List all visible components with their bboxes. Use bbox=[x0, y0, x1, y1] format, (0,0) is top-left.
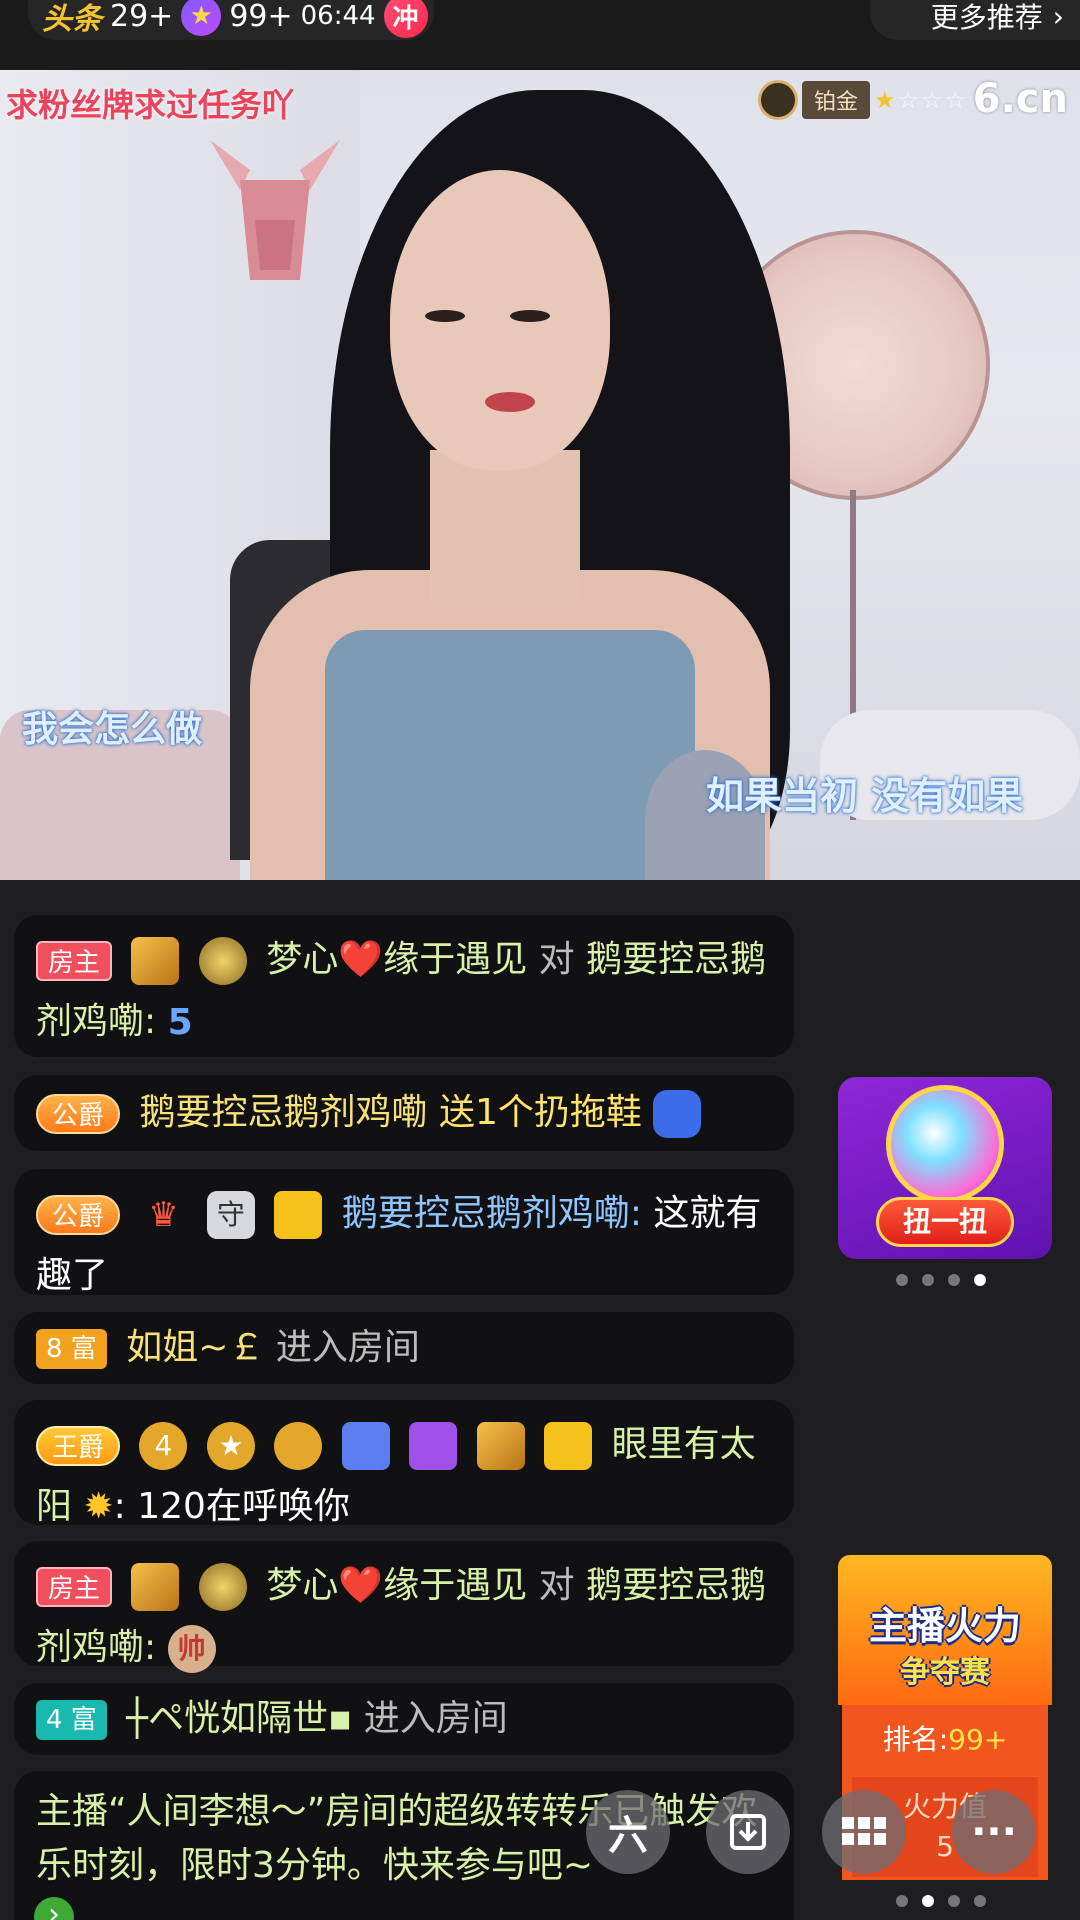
blue-badge-icon bbox=[341, 1422, 390, 1470]
download-button[interactable] bbox=[706, 1790, 790, 1874]
carousel-dot bbox=[922, 1274, 934, 1286]
chevron-right-icon: › bbox=[1052, 0, 1064, 33]
level-stars: ★☆☆☆ bbox=[874, 86, 969, 114]
avatar-badge-icon bbox=[274, 1191, 323, 1239]
crown-icon: ♛ bbox=[148, 1195, 179, 1235]
carousel-dots bbox=[896, 1274, 986, 1286]
live-video[interactable]: 求粉丝牌求过任务吖 铂金 ★☆☆☆ 6.cn 我会怎么做 如果当初 没有如果 bbox=[0, 70, 1080, 880]
chess-piece-icon: 帅 bbox=[167, 1625, 216, 1673]
deer-head-decor bbox=[210, 140, 340, 280]
sender-name[interactable]: 鹅要控忌鹅剂鸡嘞 bbox=[139, 1092, 427, 1133]
sender-name[interactable]: ┼ペ恍如隔世▪ bbox=[126, 1698, 352, 1739]
six-rooms-button[interactable]: 六 bbox=[586, 1790, 670, 1874]
slipper-icon bbox=[653, 1090, 702, 1138]
chat-message: 房主 梦心❤️缘于遇见 对 鹅要控忌鹅剂鸡嘞: 5 bbox=[14, 915, 794, 1057]
level-5-badge-icon: 5 bbox=[167, 1002, 193, 1043]
carousel-dot bbox=[948, 1274, 960, 1286]
carousel-dot bbox=[896, 1895, 908, 1907]
carousel-dot-active bbox=[922, 1895, 934, 1907]
to-label: 对 bbox=[538, 1565, 575, 1606]
gold-bar-icon bbox=[476, 1422, 525, 1470]
guard-shield-icon: 守 bbox=[206, 1191, 255, 1239]
chong-button[interactable]: 冲 bbox=[383, 0, 428, 38]
top-stats-pill[interactable]: 头条 29+ ★ 99+ 06:44 冲 bbox=[28, 0, 434, 40]
count-left: 29+ bbox=[110, 0, 174, 34]
medal-icon bbox=[198, 937, 247, 985]
sun-icon: ✹ bbox=[83, 1486, 114, 1527]
apps-grid-button[interactable] bbox=[822, 1790, 906, 1874]
carousel-dot-active bbox=[974, 1274, 986, 1286]
more-recommend-label: 更多推荐 bbox=[930, 1, 1043, 34]
rank-row: 排名:99+ bbox=[842, 1705, 1048, 1775]
grid-icon bbox=[842, 1817, 886, 1845]
time-label: 06:44 bbox=[300, 1, 376, 31]
download-icon bbox=[730, 1814, 766, 1850]
carousel-dots-bottom bbox=[896, 1895, 986, 1907]
lyric-right: 如果当初 没有如果 bbox=[706, 774, 1024, 818]
duke-tag: 公爵 bbox=[36, 1195, 121, 1235]
headline-logo: 头条 bbox=[42, 2, 102, 37]
streamer-top bbox=[325, 630, 695, 880]
rich-level-tag: 8 富 bbox=[36, 1329, 107, 1369]
gold-bar-icon bbox=[131, 937, 180, 985]
left-eye bbox=[425, 310, 465, 322]
level-label: 铂金 bbox=[802, 81, 871, 119]
carousel-dot bbox=[896, 1274, 908, 1286]
chat-message: 4 富 ┼ペ恍如隔世▪ 进入房间 bbox=[14, 1683, 794, 1755]
lips bbox=[485, 392, 535, 412]
enter-room-text: 进入房间 bbox=[363, 1698, 508, 1739]
lyric-left: 我会怎么做 bbox=[22, 709, 203, 750]
chat-message: 公爵 鹅要控忌鹅剂鸡嘞 送1个扔拖鞋 bbox=[14, 1075, 794, 1151]
host-tag: 房主 bbox=[36, 1567, 113, 1607]
count-star: 99+ bbox=[229, 0, 293, 34]
twist-gacha-widget[interactable]: 扭一扭 bbox=[838, 1077, 1052, 1259]
sender-name[interactable]: 如姐~￡ bbox=[126, 1327, 264, 1368]
gold-bar-icon bbox=[131, 1563, 180, 1611]
caption-top-left: 求粉丝牌求过任务吖 bbox=[6, 86, 295, 124]
avatar-badge-icon bbox=[544, 1422, 593, 1470]
sender-name[interactable]: 梦心❤️缘于遇见 bbox=[266, 1565, 527, 1606]
more-options-button[interactable]: ··· bbox=[952, 1790, 1036, 1874]
live-room-page: 头条 29+ ★ 99+ 06:44 冲 更多推荐 › 求粉丝牌求过任务吖 铂金… bbox=[0, 0, 1080, 1920]
platinum-badge-icon bbox=[758, 80, 798, 120]
message-text: : 120在呼唤你 bbox=[113, 1486, 350, 1527]
brand-watermark: 6.cn bbox=[972, 76, 1068, 122]
rank-value: 99+ bbox=[948, 1723, 1008, 1756]
six-icon: 六 bbox=[608, 1813, 648, 1859]
gold-medal-icon bbox=[274, 1422, 323, 1470]
enter-room-text: 进入房间 bbox=[275, 1327, 420, 1368]
more-recommend-button[interactable]: 更多推荐 › bbox=[870, 0, 1080, 40]
firepower-title: 主播火力 bbox=[868, 1604, 1021, 1648]
rank-label: 排名: bbox=[882, 1723, 949, 1756]
system-message: 主播“人间李想～”房间的超级转转乐已触发欢乐时刻，限时3分钟。快来参与吧~ bbox=[14, 1771, 794, 1920]
carousel-dot bbox=[974, 1895, 986, 1907]
chat-message: 王爵 4 ★ 眼里有太阳 ✹: 120在呼唤你 bbox=[14, 1400, 794, 1527]
star-badge-icon: ★ bbox=[206, 1422, 255, 1470]
streamer-neck bbox=[430, 450, 580, 600]
chat-message: 房主 梦心❤️缘于遇见 对 鹅要控忌鹅剂鸡嘞: 帅 bbox=[14, 1541, 794, 1673]
anchor-level: 铂金 ★☆☆☆ bbox=[758, 80, 968, 120]
twist-button[interactable]: 扭一扭 bbox=[876, 1197, 1014, 1247]
gacha-ball-icon bbox=[886, 1085, 1004, 1203]
sender-name[interactable]: 鹅要控忌鹅剂鸡嘞: bbox=[342, 1193, 642, 1234]
chat-message: 公爵 ♛ 守 鹅要控忌鹅剂鸡嘞: 这就有趣了 bbox=[14, 1169, 794, 1296]
chat-message: 8 富 如姐~￡ 进入房间 bbox=[14, 1312, 794, 1384]
to-label: 对 bbox=[538, 939, 575, 980]
top-bar: 头条 29+ ★ 99+ 06:44 冲 更多推荐 › bbox=[0, 0, 1080, 70]
gift-text: 送1个扔拖鞋 bbox=[438, 1092, 642, 1133]
right-eye bbox=[510, 310, 550, 322]
host-tag: 房主 bbox=[36, 941, 113, 981]
streamer-face bbox=[390, 170, 610, 470]
star-icon: ★ bbox=[181, 0, 222, 36]
purple-badge-icon bbox=[409, 1422, 458, 1470]
firepower-subtitle: 争夺赛 bbox=[900, 1655, 990, 1690]
king-tag: 王爵 bbox=[36, 1426, 121, 1466]
more-icon: ··· bbox=[971, 1809, 1017, 1855]
sender-name[interactable]: 梦心❤️缘于遇见 bbox=[266, 939, 527, 980]
star-4-icon: 4 bbox=[139, 1422, 188, 1470]
duke-tag: 公爵 bbox=[36, 1094, 121, 1134]
medal-icon bbox=[198, 1563, 247, 1611]
carousel-dot bbox=[948, 1895, 960, 1907]
rich-level-tag: 4 富 bbox=[36, 1700, 107, 1740]
